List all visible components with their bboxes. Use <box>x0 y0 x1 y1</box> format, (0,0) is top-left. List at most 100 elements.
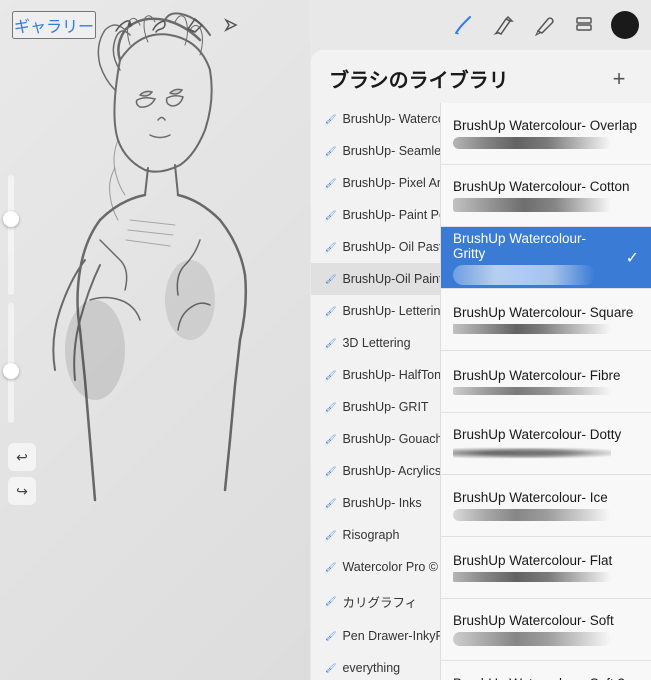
category-item-watercolor_pro[interactable]: 🖌 Watercolor Pro © <box>311 551 440 583</box>
brush-item-fibre[interactable]: BrushUp Watercolour- Fibre <box>441 351 651 413</box>
top-toolbar: ギャラリー <box>0 0 651 50</box>
modify-icon[interactable] <box>112 14 134 36</box>
brush-item-soft[interactable]: BrushUp Watercolour- Soft <box>441 599 651 661</box>
opacity-slider[interactable] <box>8 303 14 423</box>
category-icon: 🖌 <box>325 402 336 413</box>
brush-stroke-preview <box>453 137 611 149</box>
brush-tool-icon[interactable] <box>451 12 477 38</box>
brush-panel: ブラシのライブラリ + 🖌BrushUp- Watercolou...🖌Brus… <box>311 50 651 680</box>
brush-item-content: BrushUp Watercolour- Fibre <box>453 368 639 395</box>
category-icon: 🖌 <box>325 498 336 509</box>
brush-name: BrushUp Watercolour- Gritty <box>453 231 620 261</box>
panel-body: 🖌 BrushUp- Watercolou... 🖌BrushUp- Seamles… <box>311 103 651 680</box>
canvas-sketch[interactable] <box>0 0 310 680</box>
category-item-risograph[interactable]: 🖌Risograph <box>311 519 440 551</box>
category-item-everything[interactable]: 🖌everything <box>311 652 440 680</box>
brush-name: BrushUp Watercolour- Overlap <box>453 118 639 133</box>
layers-icon[interactable] <box>571 12 597 38</box>
brush-item-overlap[interactable]: BrushUp Watercolour- Overlap <box>441 103 651 165</box>
category-label: BrushUp- Paint Pens <box>342 208 440 222</box>
brush-name: BrushUp Watercolour- Fibre <box>453 368 639 383</box>
pen-icon[interactable] <box>491 12 517 38</box>
brush-name: BrushUp Watercolour- Soft <box>453 613 639 628</box>
brush-stroke-preview <box>453 324 611 334</box>
category-label: BrushUp- Lettering <box>342 304 440 318</box>
toolbar-right <box>451 11 639 39</box>
brush-item-flat[interactable]: BrushUp Watercolour- Flat <box>441 537 651 599</box>
category-label: BrushUp- Gouache <box>342 432 440 446</box>
category-item-pen_drawer[interactable]: 🖌Pen Drawer-InkyPixels <box>311 620 440 652</box>
brush-item-square[interactable]: BrushUp Watercolour- Square <box>441 289 651 351</box>
category-item-watercolou[interactable]: 🖌 BrushUp- Watercolou... <box>311 103 440 135</box>
category-item-oil_pastels[interactable]: 🖌BrushUp- Oil Pastels <box>311 231 440 263</box>
undo-button[interactable]: ↩ <box>8 443 36 471</box>
brush-stroke-preview <box>453 632 611 646</box>
brush-name: BrushUp Watercolour- Ice <box>453 490 639 505</box>
brush-item-gritty[interactable]: BrushUp Watercolour- Gritty ✓ <box>441 227 651 289</box>
brush-item-ice[interactable]: BrushUp Watercolour- Ice <box>441 475 651 537</box>
arrow-icon[interactable] <box>220 14 242 36</box>
category-item-grit[interactable]: 🖌 BrushUp- GRIT <box>311 391 440 423</box>
category-icon: 🖌 <box>325 466 336 477</box>
brush-item-content: BrushUp Watercolour- Ice <box>453 490 639 521</box>
brush-item-content: BrushUp Watercolour- Overlap <box>453 118 639 149</box>
brush-stroke-preview <box>453 198 611 212</box>
category-item-paint_pens[interactable]: 🖌BrushUp- Paint Pens <box>311 199 440 231</box>
category-icon: 🖌 <box>325 274 336 285</box>
category-item-gouache[interactable]: 🖌 BrushUp- Gouache <box>311 423 440 455</box>
add-brush-button[interactable]: + <box>605 65 633 93</box>
canvas-area <box>0 0 310 680</box>
smudge-icon[interactable] <box>148 14 170 36</box>
brush-item-content: BrushUp Watercolour- Gritty <box>453 231 620 285</box>
opacity-slider-thumb[interactable] <box>3 363 19 379</box>
category-item-inks[interactable]: 🖌 BrushUp- Inks <box>311 487 440 519</box>
size-slider[interactable] <box>8 175 14 295</box>
brush-item-soft2[interactable]: BrushUp Watercolour- Soft 2 <box>441 661 651 680</box>
color-swatch[interactable] <box>611 11 639 39</box>
category-item-calligraphy[interactable]: 🖌 カリグラフィ <box>311 583 440 620</box>
brush-item-cotton[interactable]: BrushUp Watercolour- Cotton <box>441 165 651 227</box>
category-label: Watercolor Pro © <box>342 560 438 574</box>
brush-name: BrushUp Watercolour- Cotton <box>453 179 639 194</box>
category-label: BrushUp- Watercolou... <box>342 112 440 126</box>
category-icon: 🖌 <box>325 562 336 573</box>
brush-selected-icon: ✓ <box>626 248 639 268</box>
left-controls: ↩ ↪ <box>8 175 36 505</box>
category-icon: 🖌 <box>325 596 336 607</box>
gallery-button[interactable]: ギャラリー <box>12 11 96 39</box>
brush-list: BrushUp Watercolour- Overlap BrushUp Wate… <box>441 103 651 680</box>
brush-stroke-preview <box>453 572 611 582</box>
brush-stroke-preview <box>453 446 611 460</box>
category-item-acrylics[interactable]: 🖌 BrushUp- Acrylics <box>311 455 440 487</box>
erase-icon[interactable] <box>184 14 206 36</box>
brush-name: BrushUp Watercolour- Square <box>453 305 639 320</box>
brush-item-dotty[interactable]: BrushUp Watercolour- Dotty <box>441 413 651 475</box>
brush-stroke-preview <box>453 265 595 285</box>
category-item-halftones[interactable]: 🖌BrushUp- HalfTones <box>311 359 440 391</box>
category-icon: 🖌 <box>325 114 336 125</box>
redo-button[interactable]: ↪ <box>8 477 36 505</box>
category-list: 🖌 BrushUp- Watercolou... 🖌BrushUp- Seamles… <box>311 103 441 680</box>
category-label: Pen Drawer-InkyPixels <box>342 629 440 643</box>
category-icon: 🖌 <box>325 146 336 157</box>
brush-name: BrushUp Watercolour- Soft 2 <box>453 676 639 680</box>
category-icon: 🖌 <box>325 434 336 445</box>
category-icon: 🖌 <box>325 338 336 349</box>
category-label: BrushUp- Acrylics <box>342 464 440 478</box>
panel-title: ブラシのライブラリ <box>329 64 509 93</box>
brush-item-content: BrushUp Watercolour- Flat <box>453 553 639 582</box>
highlighter-icon[interactable] <box>531 12 557 38</box>
category-item-lettering[interactable]: 🖌BrushUp- Lettering <box>311 295 440 327</box>
category-item-oil_paints[interactable]: 🖌BrushUp-Oil Paints <box>311 263 440 295</box>
size-slider-thumb[interactable] <box>3 211 19 227</box>
category-label: BrushUp- Inks <box>342 496 421 510</box>
brush-item-content: BrushUp Watercolour- Cotton <box>453 179 639 212</box>
category-label: BrushUp- Pixel Art <box>342 176 440 190</box>
category-icon: 🖌 <box>325 663 336 674</box>
category-item-pixel_art[interactable]: 🖌BrushUp- Pixel Art <box>311 167 440 199</box>
category-item-3d_lettering[interactable]: 🖌3D Lettering <box>311 327 440 359</box>
category-label: BrushUp- GRIT <box>342 400 428 414</box>
category-label: カリグラフィ <box>342 592 417 611</box>
category-item-seamless[interactable]: 🖌BrushUp- Seamless P... <box>311 135 440 167</box>
brush-name: BrushUp Watercolour- Dotty <box>453 427 639 442</box>
